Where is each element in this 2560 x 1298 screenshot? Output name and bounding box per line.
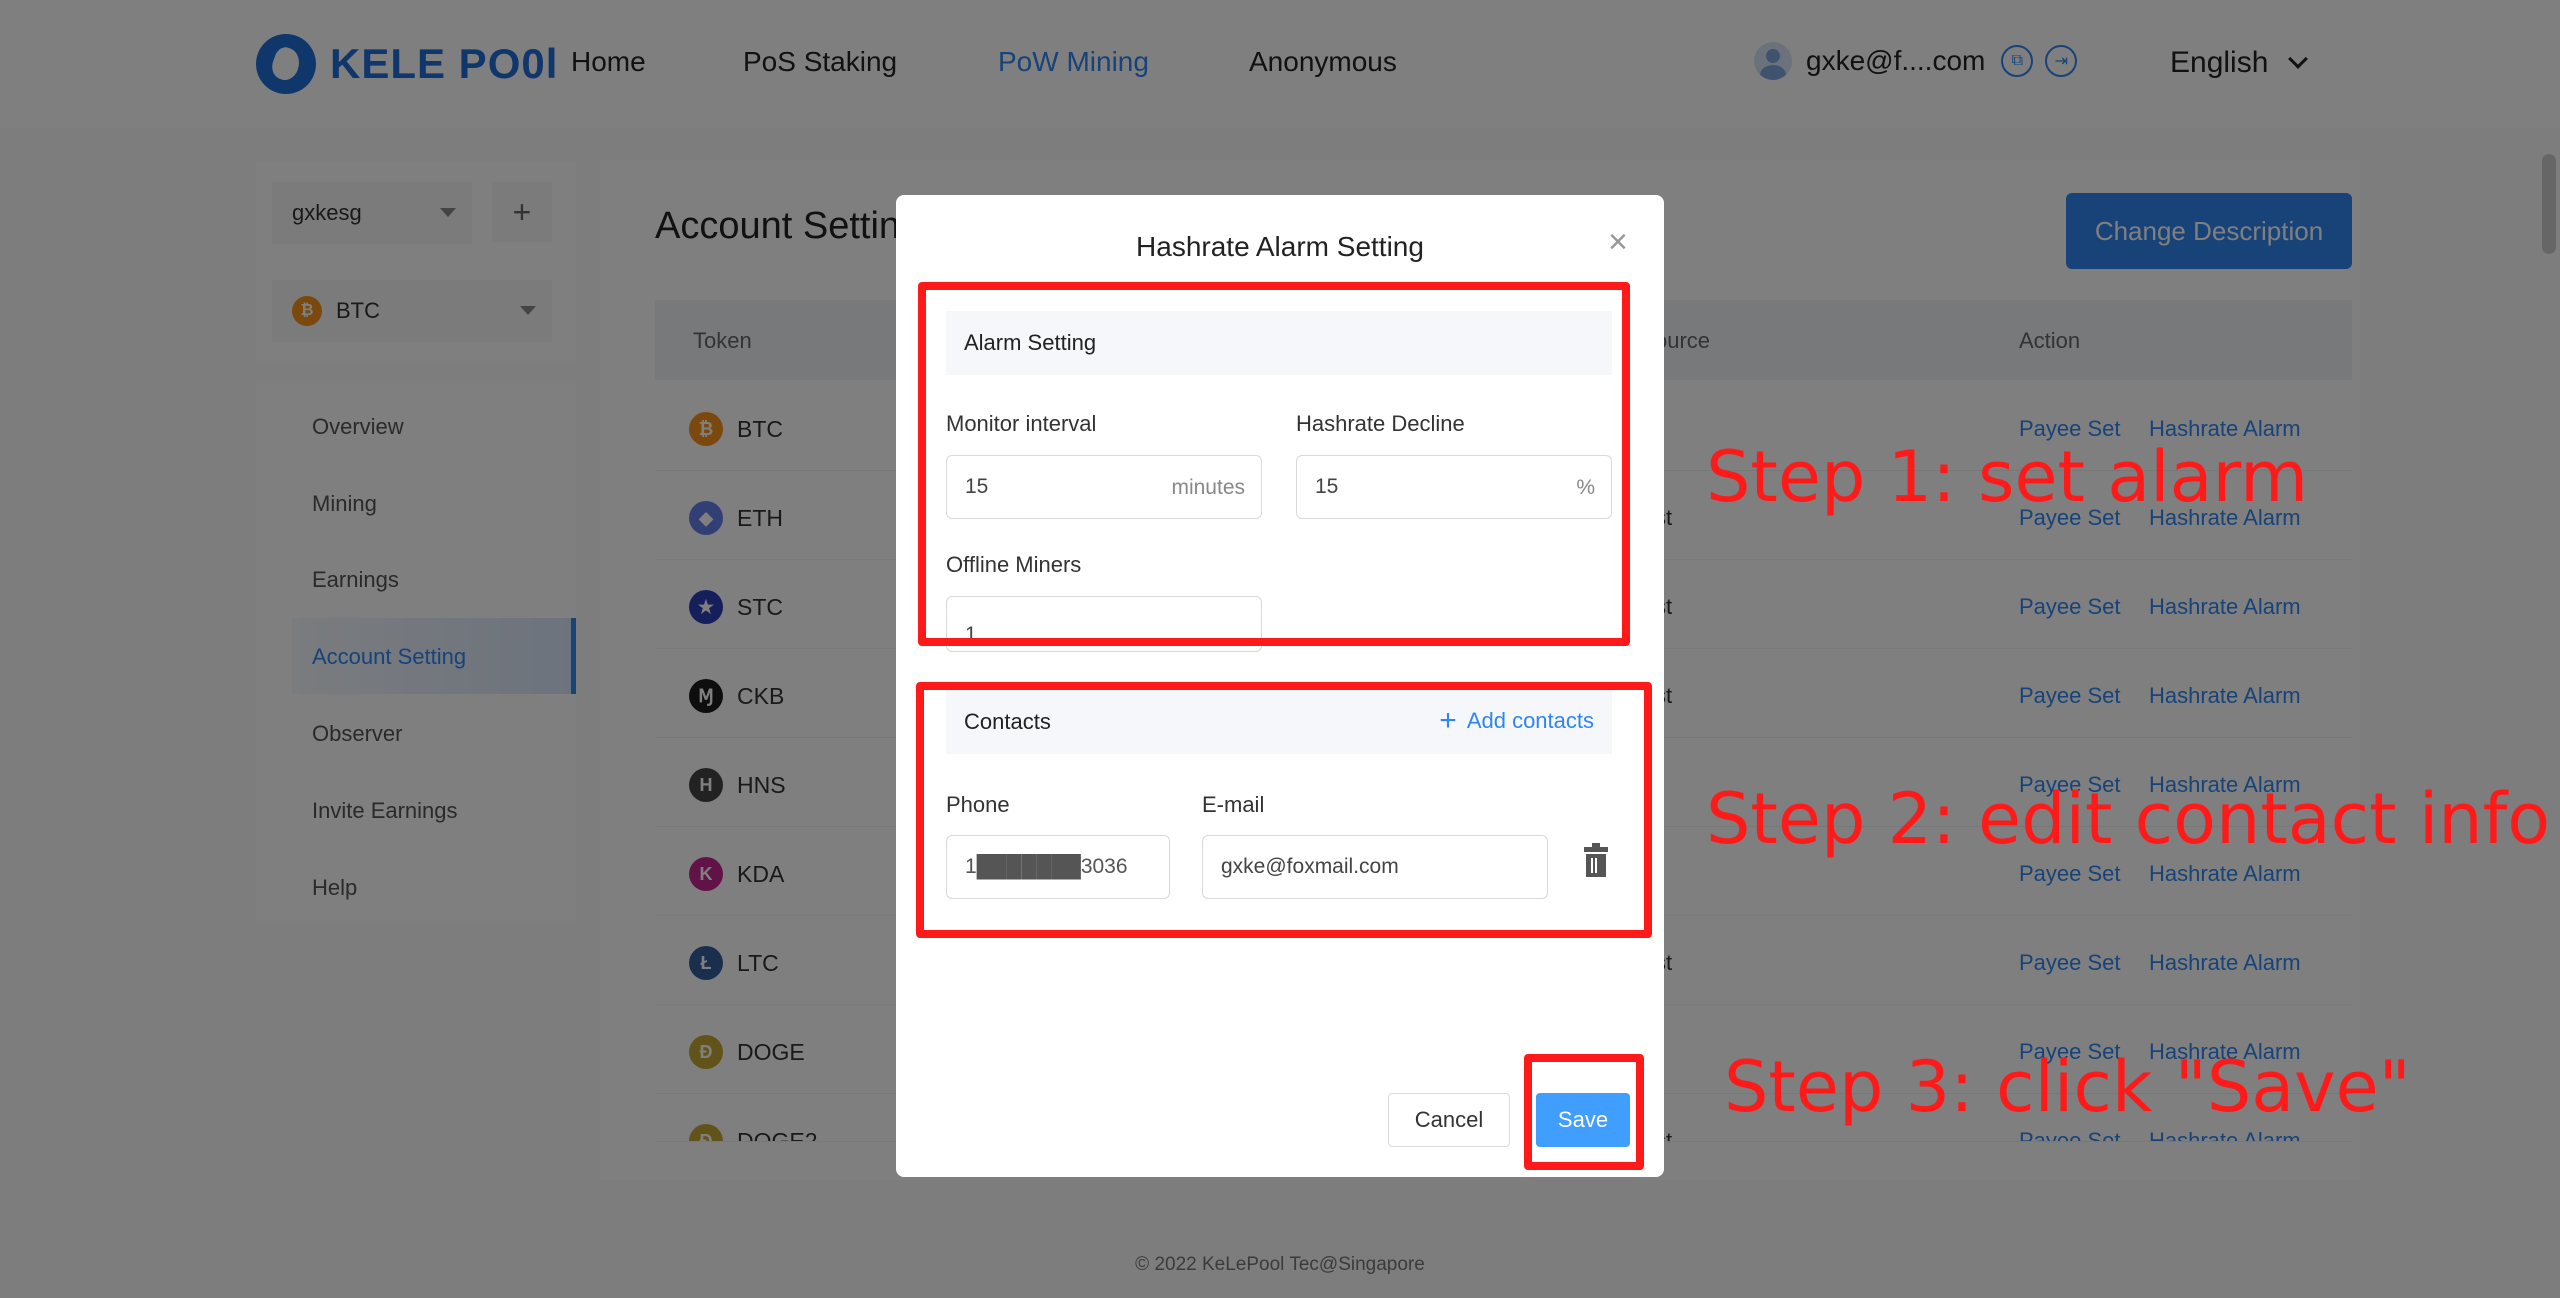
- step2-annotation: Step 2: edit contact info: [1706, 778, 2551, 860]
- step3-highlight-box: [1524, 1054, 1644, 1170]
- step1-annotation: Step 1: set alarm: [1706, 436, 2309, 518]
- step3-annotation: Step 3: click "Save": [1724, 1046, 2411, 1128]
- step1-highlight-box: [918, 282, 1630, 646]
- dialog-title: Hashrate Alarm Setting: [1136, 231, 1424, 262]
- cancel-button[interactable]: Cancel: [1388, 1093, 1510, 1147]
- close-icon[interactable]: ×: [1608, 223, 1628, 262]
- step2-highlight-box: [916, 682, 1652, 938]
